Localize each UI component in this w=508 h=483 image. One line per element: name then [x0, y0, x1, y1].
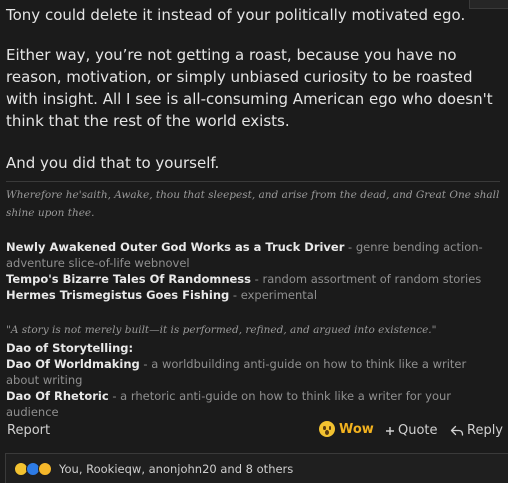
signature-work-link[interactable]: Dao Of Rhetoric [6, 389, 109, 403]
signature-dao-list: Dao of Storytelling: Dao Of Worldmaking … [6, 340, 502, 420]
post-paragraph: And you did that to yourself. [6, 154, 220, 172]
reply-label: Reply [467, 423, 504, 438]
wow-emoji-icon [319, 421, 335, 437]
signature-quote: Wherefore he'saith, Awake, thou that sle… [6, 189, 500, 219]
signature-work-item: Newly Awakened Outer God Works as a Truc… [6, 239, 502, 271]
post-paragraph: Tony could delete it instead of your pol… [6, 6, 466, 24]
signature-work-description: - experimental [229, 288, 318, 302]
reaction-icons-group [14, 461, 52, 476]
signature-work-item: Tempo's Bizarre Tales Of Randomness - ra… [6, 271, 502, 287]
signature-work-item: Dao Of Worldmaking - a worldbuilding ant… [6, 356, 502, 388]
reaction-label: Wow [339, 421, 374, 437]
signature-work-item: Hermes Trismegistus Goes Fishing - exper… [6, 287, 502, 303]
signature-work-description: - random assortment of random stories [251, 272, 482, 286]
signature-works-list: Newly Awakened Outer God Works as a Truc… [6, 239, 502, 303]
signature-dao-heading: Dao of Storytelling: [6, 341, 134, 355]
wow-reaction-button[interactable]: Wow [319, 421, 374, 437]
reply-button[interactable]: Reply [450, 423, 503, 438]
reply-arrow-icon [450, 425, 464, 437]
quote-label: Quote [398, 423, 438, 438]
signature-work-link[interactable]: Dao Of Worldmaking [6, 357, 140, 371]
top-right-corner-box [469, 0, 508, 9]
quote-button[interactable]: Quote [385, 423, 438, 438]
reactions-summary-text[interactable]: You, Rookieqw, anonjohn20 and 8 others [59, 462, 293, 476]
signature-quote: "A story is not merely built—it is perfo… [6, 324, 437, 336]
wow-emoji-icon [38, 461, 52, 476]
signature-work-link[interactable]: Hermes Trismegistus Goes Fishing [6, 288, 229, 302]
signature-work-link[interactable]: Newly Awakened Outer God Works as a Truc… [6, 240, 344, 254]
signature-divider [6, 181, 500, 182]
signature-work-item: Dao Of Rhetoric - a rhetoric anti-guide … [6, 388, 502, 420]
plus-icon [385, 426, 395, 436]
report-button[interactable]: Report [7, 423, 50, 438]
post-paragraph: Either way, you’re not getting a roast, … [6, 46, 493, 130]
post-actions-bar: Report Wow Quote Reply [0, 420, 508, 442]
signature-work-link[interactable]: Tempo's Bizarre Tales Of Randomness [6, 272, 251, 286]
reactions-summary-bar[interactable]: You, Rookieqw, anonjohn20 and 8 others [5, 453, 508, 483]
